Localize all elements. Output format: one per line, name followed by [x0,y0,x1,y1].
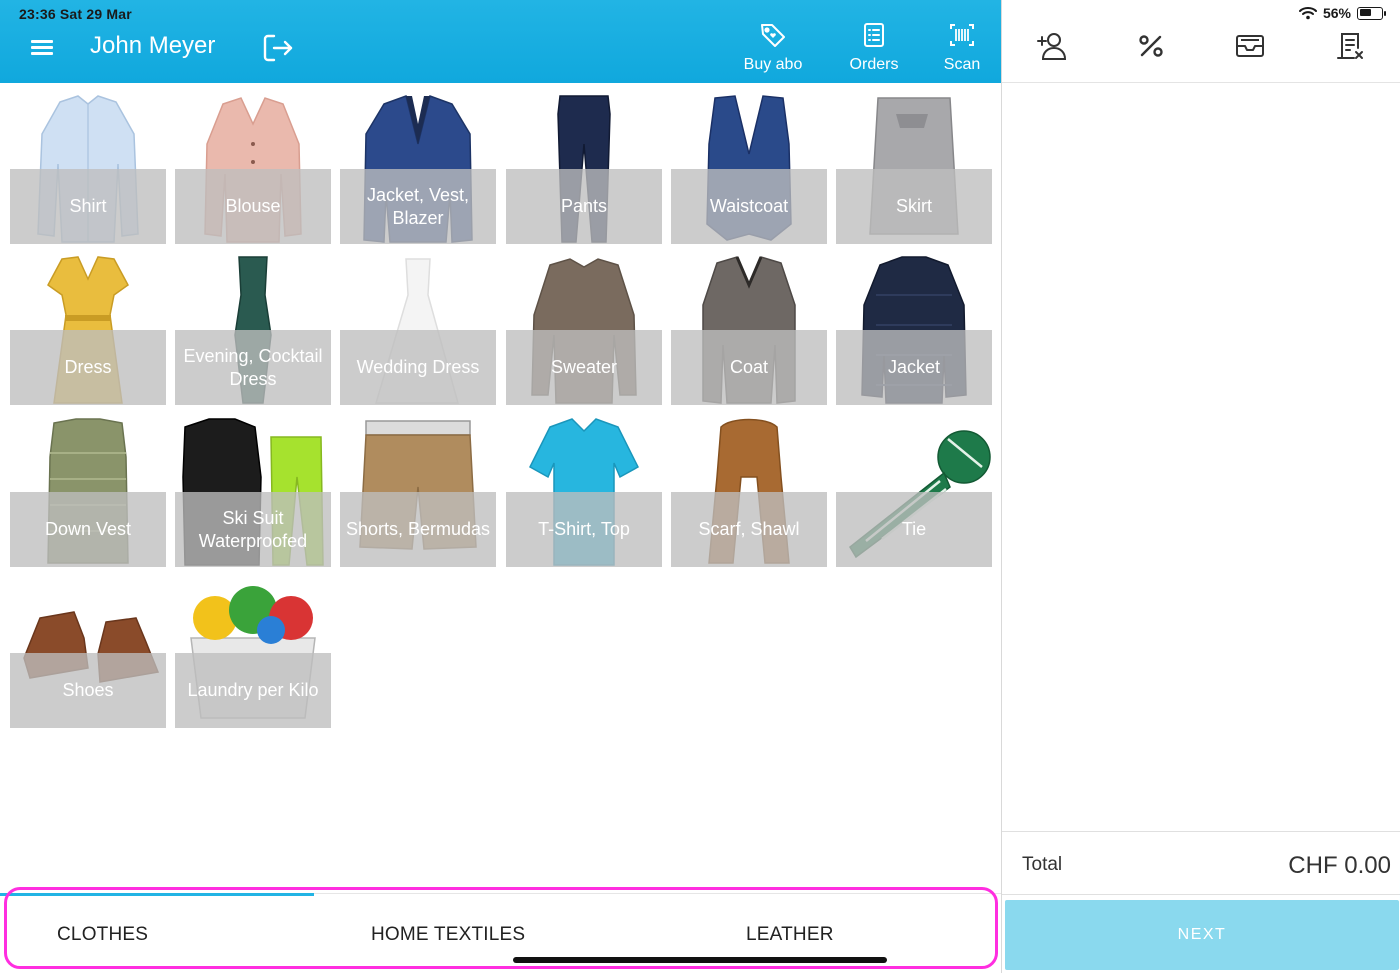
item-label-bg: Blouse [175,169,331,244]
item-tile-wedding-dress[interactable]: Wedding Dress [340,255,496,405]
item-label-bg: Shorts, Bermudas [340,492,496,567]
item-label: Ski Suit Waterproofed [198,507,308,551]
item-label: Coat [729,357,769,377]
user-name: John Meyer [90,32,216,59]
item-tile-waistcoat[interactable]: Waistcoat [671,94,827,244]
item-label: T-Shirt, Top [538,519,630,539]
receipt-cancel-icon[interactable] [1332,28,1368,64]
logout-icon[interactable] [260,30,296,66]
battery-icon [1357,6,1386,20]
item-label: Waistcoat [709,196,789,216]
item-label: Shoes [62,680,114,700]
item-tile-sweater[interactable]: Sweater [506,255,662,405]
item-label-bg: Jacket [836,330,992,405]
item-label-bg: Ski Suit Waterproofed [175,492,331,567]
item-label: Skirt [896,196,932,216]
barcode-icon [950,24,974,46]
item-tile-shorts-bermudas[interactable]: Shorts, Bermudas [340,417,496,567]
item-tile-blouse[interactable]: Blouse [175,94,331,244]
buy-abo-button[interactable]: Buy abo [740,20,806,78]
item-label-bg: Dress [10,330,166,405]
tab-home-textiles[interactable]: HOME TEXTILES [371,924,525,946]
item-label-bg: Pants [506,169,662,244]
home-indicator [513,957,887,963]
item-label: Jacket, Vest, Blazer [366,184,470,228]
pos-app: 23:36 Sat 29 Mar John Meyer Buy abo Orde… [0,0,1400,973]
item-tile-shoes[interactable]: Shoes [10,578,166,728]
item-tile-jacket-vest-blazer[interactable]: Jacket, Vest, Blazer [340,94,496,244]
battery-percent: 56% [1322,5,1351,21]
item-tile-pants[interactable]: Pants [506,94,662,244]
battery-fill [1359,9,1371,16]
item-label-bg: Sweater [506,330,662,405]
item-tile-dress[interactable]: Dress [10,255,166,405]
item-label-bg: Waistcoat [671,169,827,244]
item-tile-laundry-per-kilo[interactable]: Laundry per Kilo [175,578,331,728]
percent-icon[interactable] [1133,28,1169,64]
item-label: Tie [901,519,927,539]
add-customer-icon[interactable] [1034,28,1070,64]
item-label-bg: Tie [836,492,992,567]
item-label: Blouse [225,196,281,216]
catalog-pane: 23:36 Sat 29 Mar John Meyer Buy abo Orde… [0,0,1001,973]
item-label-bg: Down Vest [10,492,166,567]
status-time: 23:36 Sat 29 Mar [19,6,132,22]
hamburger-menu-icon[interactable] [28,36,56,58]
item-tile-coat[interactable]: Coat [671,255,827,405]
item-label-bg: Skirt [836,169,992,244]
item-label: Shorts, Bermudas [345,519,491,539]
total-label: Total [1022,854,1063,875]
item-label-bg: Coat [671,330,827,405]
item-label: Pants [560,196,608,216]
list-document-icon [864,23,884,47]
item-label-bg: Scarf, Shawl [671,492,827,567]
item-tile-down-vest[interactable]: Down Vest [10,417,166,567]
item-label: Evening, Cocktail Dress [183,345,323,389]
item-label: Wedding Dress [356,357,480,377]
item-tile-evening-cocktail-dress[interactable]: Evening, Cocktail Dress [175,255,331,405]
item-tile-jacket[interactable]: Jacket [836,255,992,405]
status-indicators: 56% [1298,5,1386,21]
cart-toolbar: 56% [1002,0,1400,83]
item-tile-tie[interactable]: Tie [836,417,992,567]
buy-abo-label: Buy abo [743,56,803,73]
item-tile-shirt[interactable]: Shirt [10,94,166,244]
scan-label: Scan [943,56,981,73]
wifi-icon [1298,7,1317,20]
item-label: Sweater [550,357,618,377]
item-label-bg: Jacket, Vest, Blazer [340,169,496,244]
next-button[interactable]: NEXT [1005,900,1399,970]
item-grid: Shirt Blouse Jacket, Vest, Blazer Pants … [0,83,1001,883]
orders-button[interactable]: Orders [843,20,905,78]
orders-label: Orders [849,56,899,73]
tab-clothes[interactable]: CLOTHES [57,924,148,946]
item-label: Shirt [69,196,107,216]
item-label: Down Vest [44,519,132,539]
item-label: Jacket [887,357,941,377]
app-header: 23:36 Sat 29 Mar John Meyer Buy abo Orde… [0,0,1001,83]
total-value: CHF 0.00 [1288,852,1391,879]
item-label-bg: Shoes [10,653,166,728]
item-tile-t-shirt-top[interactable]: T-Shirt, Top [506,417,662,567]
item-tile-ski-suit[interactable]: Ski Suit Waterproofed [175,417,331,567]
item-tile-scarf-shawl[interactable]: Scarf, Shawl [671,417,827,567]
cart-pane: 56% Total CHF 0.00 NEXT [1001,0,1400,973]
item-label-bg: Laundry per Kilo [175,653,331,728]
item-label: Laundry per Kilo [187,680,319,700]
scan-button[interactable]: Scan [940,20,984,78]
total-row: Total CHF 0.00 [1002,831,1400,895]
inbox-tray-icon[interactable] [1232,28,1268,64]
active-tab-indicator [0,893,314,896]
item-label-bg: Shirt [10,169,166,244]
item-label-bg: Wedding Dress [340,330,496,405]
item-tile-skirt[interactable]: Skirt [836,94,992,244]
item-label: Scarf, Shawl [698,519,800,539]
tab-leather[interactable]: LEATHER [746,924,834,946]
item-label: Dress [64,357,112,377]
tag-heart-icon [761,24,785,47]
item-label-bg: Evening, Cocktail Dress [175,330,331,405]
item-label-bg: T-Shirt, Top [506,492,662,567]
